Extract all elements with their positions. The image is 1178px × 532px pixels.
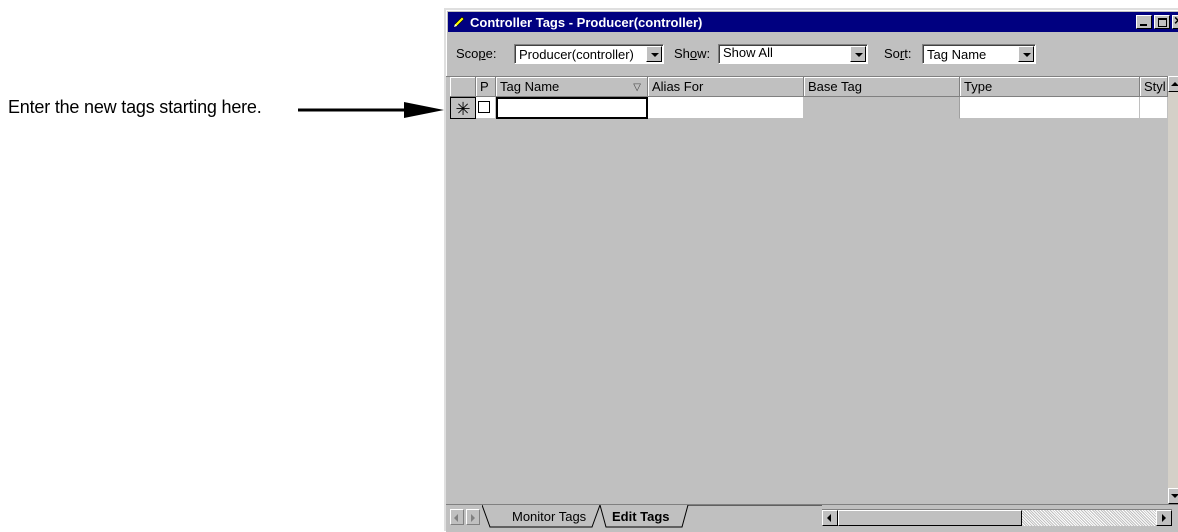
title-bar[interactable]: Controller Tags - Producer(controller) (448, 12, 1178, 32)
minimize-button[interactable] (1136, 15, 1152, 29)
window-title: Controller Tags - Producer(controller) (470, 14, 703, 30)
tab-scroll-left-button[interactable] (450, 509, 464, 525)
column-header-tag-name[interactable]: Tag Name ▽ (496, 77, 648, 97)
sort-dropdown-button[interactable] (1018, 46, 1034, 62)
new-type-cell[interactable] (960, 97, 1140, 119)
scroll-down-button[interactable] (1168, 488, 1178, 504)
pencil-icon (452, 15, 466, 29)
column-header-p[interactable]: P (476, 77, 496, 97)
controller-tags-window: Controller Tags - Producer(controller) S… (444, 8, 1178, 532)
column-header-type[interactable]: Type (960, 77, 1140, 97)
scroll-up-button[interactable] (1168, 76, 1178, 92)
scope-label: Scope: (456, 46, 497, 61)
column-header-base-tag[interactable]: Base Tag (804, 77, 960, 97)
sort-value: Tag Name (927, 47, 987, 62)
callout-text: Enter the new tags starting here. (8, 97, 262, 117)
tab-edit-tags[interactable]: Edit Tags (612, 507, 670, 527)
scroll-right-button[interactable] (1156, 510, 1172, 526)
vertical-scrollbar[interactable] (1168, 76, 1178, 504)
column-header-style[interactable]: Styl (1140, 77, 1168, 97)
new-alias-for-cell[interactable] (648, 97, 804, 119)
scope-dropdown-button[interactable] (646, 46, 662, 62)
produce-checkbox[interactable] (478, 101, 490, 113)
tags-grid: P Tag Name ▽ Alias For Base Tag Type Sty… (446, 76, 1168, 505)
scroll-left-button[interactable] (822, 510, 838, 526)
show-select[interactable]: Show All (718, 44, 868, 64)
new-base-tag-cell (804, 97, 960, 119)
show-label: Show: (674, 46, 711, 61)
show-dropdown-button[interactable] (850, 46, 866, 62)
close-button[interactable] (1172, 15, 1178, 29)
sort-select[interactable]: Tag Name (922, 44, 1036, 64)
horizontal-scroll-thumb[interactable] (838, 510, 1022, 526)
tab-monitor-tags[interactable]: Monitor Tags (512, 507, 586, 527)
column-header-row-marker (450, 77, 476, 97)
horizontal-scrollbar[interactable] (822, 509, 1172, 526)
tag-name-header-label: Tag Name (500, 79, 560, 94)
column-header-alias-for[interactable]: Alias For (648, 77, 804, 97)
maximize-button[interactable] (1154, 15, 1170, 29)
filter-toolbar: Scope: Producer(controller) Show: Show A… (448, 42, 1178, 66)
show-value: Show All (723, 45, 773, 60)
scope-select[interactable]: Producer(controller) (514, 44, 664, 64)
tab-scroll-right-button[interactable] (466, 509, 480, 525)
new-row-marker-icon[interactable]: ✳ (450, 97, 476, 119)
bottom-bar: Monitor Tags Edit Tags (446, 504, 1178, 532)
scope-value: Producer(controller) (519, 47, 634, 62)
sort-label: Sort: (884, 46, 912, 61)
new-tag-name-input[interactable] (496, 97, 648, 119)
new-style-cell[interactable] (1140, 97, 1168, 119)
callout-arrow (298, 102, 444, 118)
sort-descending-icon: ▽ (633, 82, 641, 93)
new-row-produce-cell[interactable] (476, 97, 496, 119)
